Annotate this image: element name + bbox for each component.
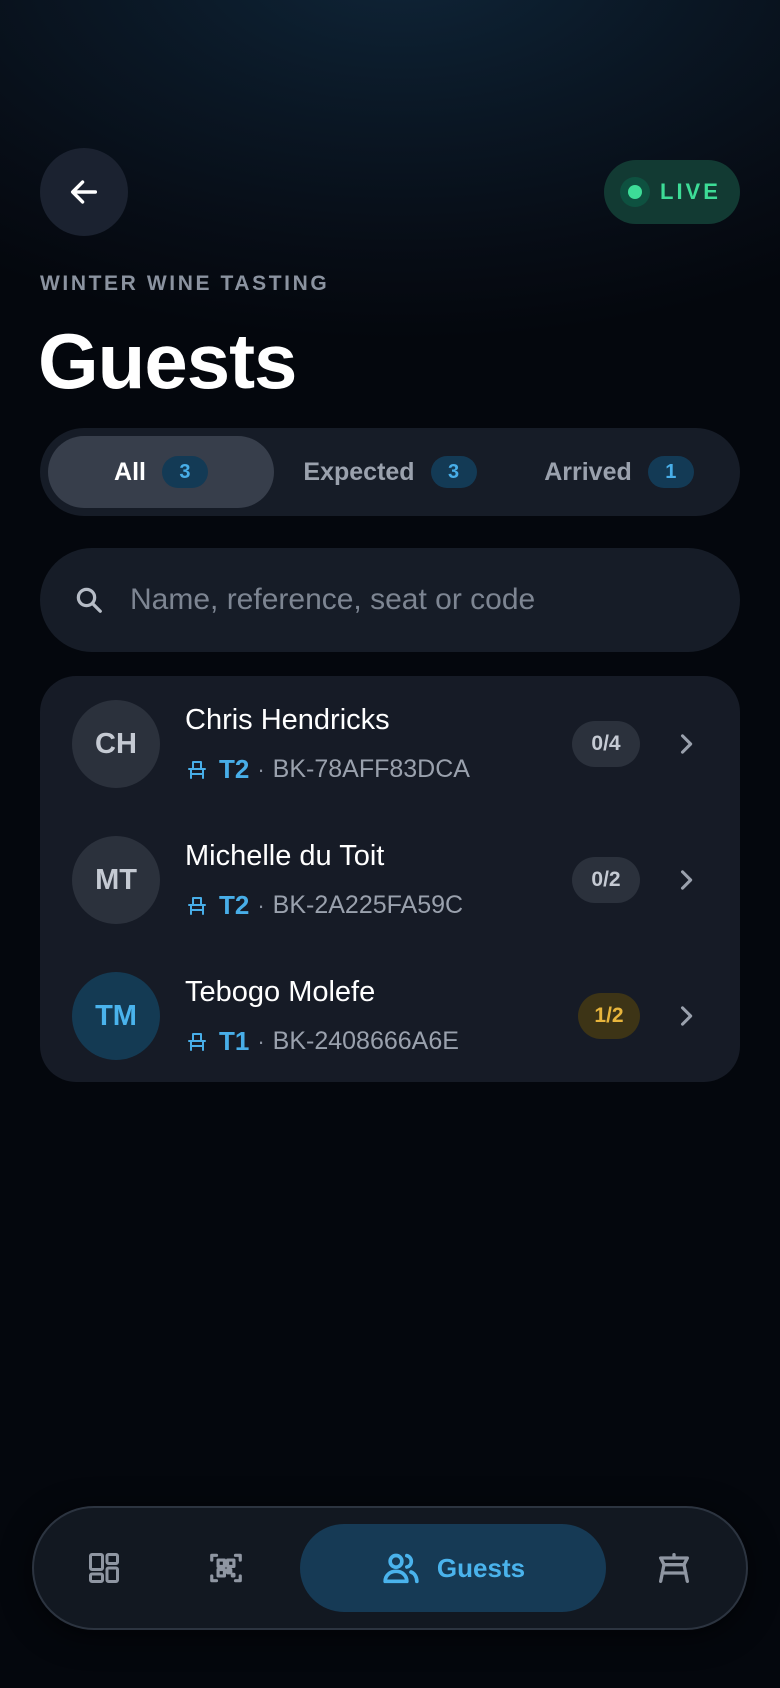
live-label: LIVE [660,179,721,204]
guest-name: Michelle du Toit [185,840,385,872]
search-input[interactable] [130,583,690,617]
event-name: WINTER WINE TASTING [40,272,330,295]
nav-guests[interactable]: Guests [300,1524,606,1612]
avatar: CH [72,700,160,788]
checkin-count-badge: 0/4 [572,721,640,767]
table-number: T1 [219,1026,250,1056]
tab-count-badge: 1 [647,456,694,488]
table-number: T2 [219,754,250,784]
tab-expected[interactable]: Expected 3 [280,436,500,508]
checkin-count-badge: 1/2 [578,993,640,1039]
filter-tabs: All 3 Expected 3 Arrived 1 [40,428,740,516]
bottom-nav: Guests [32,1506,748,1630]
nav-label: Guests [436,1552,526,1583]
guest-row[interactable]: MT Michelle du Toit T2 · BK-2A225FA59C 0… [40,812,740,948]
booking-reference: BK-2408666A6E [272,1027,459,1055]
guest-list: CH Chris Hendricks T2 · BK-78AFF83DCA 0/… [40,676,740,1082]
search-bar[interactable] [40,548,740,652]
checkin-count-badge: 0/2 [572,857,640,903]
dashboard-icon [89,1553,119,1583]
avatar: MT [72,836,160,924]
live-indicator-icon [620,177,650,207]
tab-count-badge: 3 [161,456,208,488]
nav-scan[interactable] [176,1524,276,1612]
guest-name: Chris Hendricks [185,704,390,736]
guest-meta: T1 · BK-2408666A6E [185,1026,459,1057]
seat-icon [188,760,206,779]
booking-reference: BK-78AFF83DCA [272,755,470,783]
guest-row[interactable]: CH Chris Hendricks T2 · BK-78AFF83DCA 0/… [40,676,740,812]
table-number: T2 [219,890,250,920]
chevron-right-icon [680,734,693,754]
guest-meta: T2 · BK-2A225FA59C [185,890,463,921]
separator: · [257,756,265,782]
tab-label: All [114,457,146,486]
back-button[interactable] [40,148,128,236]
separator: · [257,1028,265,1054]
guest-row[interactable]: TM Tebogo Molefe T1 · BK-2408666A6E 1/2 [40,948,740,1084]
seat-icon [188,896,206,915]
tab-label: Expected [303,457,415,486]
seat-icon [188,1032,206,1051]
tab-label: Arrived [544,457,632,486]
guest-meta: T2 · BK-78AFF83DCA [185,754,470,785]
chevron-right-icon [680,1006,693,1026]
tab-arrived[interactable]: Arrived 1 [506,436,732,508]
booking-reference: BK-2A225FA59C [272,891,464,919]
nav-tables[interactable] [624,1524,724,1612]
separator: · [257,892,265,918]
tab-count-badge: 3 [430,456,477,488]
guest-name: Tebogo Molefe [185,976,376,1008]
arrow-left-icon [70,180,98,204]
search-icon [76,587,102,613]
chevron-right-icon [680,870,693,890]
page-title: Guests [38,317,297,405]
tab-all[interactable]: All 3 [48,436,274,508]
qr-scan-icon [210,1553,242,1583]
nav-dashboard[interactable] [54,1524,154,1612]
table-icon [659,1553,689,1583]
users-icon [383,1553,419,1584]
live-status-badge: LIVE [604,160,740,224]
avatar: TM [72,972,160,1060]
